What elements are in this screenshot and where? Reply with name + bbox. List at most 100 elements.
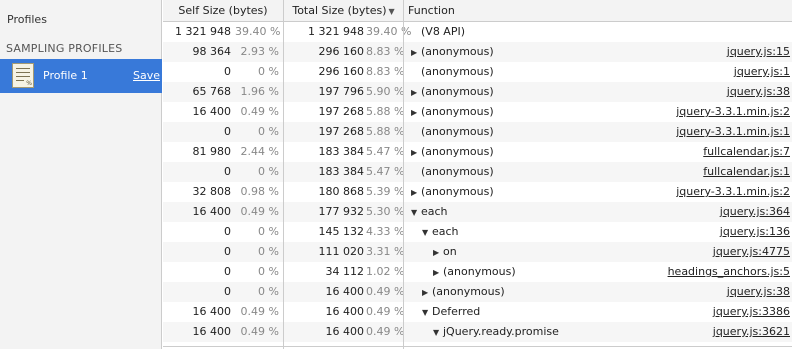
self-size-value: 98 364 — [192, 45, 232, 58]
table-row[interactable]: 16 400 0.49 % 177 932 5.30 % ▼ each jquery.js:… — [163, 202, 792, 222]
self-size-value: 0 — [224, 165, 231, 178]
table-row[interactable]: 16 400 0.49 % 16 400 0.49 % ▼ jQuery.ready.pr… — [163, 322, 792, 342]
function-cell: (anonymous) — [407, 162, 741, 182]
self-size-percent: 2.44 % — [240, 145, 279, 158]
self-size-percent: 0 % — [258, 225, 279, 238]
total-size-value: 296 160 — [318, 45, 365, 58]
expanded-arrow-icon[interactable]: ▼ — [422, 223, 432, 243]
self-size-column-header[interactable]: Self Size (bytes) — [163, 0, 283, 22]
table-row[interactable]: 16 400 0.49 % 16 400 0.49 % ▼ Deferred jquery.… — [163, 302, 792, 322]
self-size-percent: 0 % — [258, 245, 279, 258]
function-name: (anonymous) — [421, 85, 494, 98]
function-cell: ▼ each — [407, 222, 752, 242]
function-name: (anonymous) — [421, 45, 494, 58]
heap-profile-grid: Self Size (bytes) Total Size (bytes) ▼ Fu… — [163, 0, 792, 349]
function-name: on — [443, 245, 457, 258]
source-link[interactable]: jquery.js:3621 — [713, 322, 790, 342]
total-size-column-header[interactable]: Total Size (bytes) ▼ — [284, 0, 403, 22]
table-row[interactable]: 1 321 948 39.40 % 1 321 948 39.40 % (V8 API) — [163, 22, 792, 42]
source-link[interactable]: fullcalendar.js:7 — [703, 142, 790, 162]
expanded-arrow-icon[interactable]: ▼ — [422, 303, 432, 323]
collapsed-arrow-icon[interactable]: ▶ — [411, 183, 421, 203]
self-size-value: 16 400 — [192, 325, 232, 338]
grid-body: 1 321 948 39.40 % 1 321 948 39.40 % (V8 API)… — [163, 22, 792, 347]
save-link[interactable]: Save — [133, 69, 160, 82]
table-row[interactable]: 0 0 % 197 268 5.88 % (anonymous) jquery-3.3.1… — [163, 122, 792, 142]
total-size-value: 180 868 — [318, 185, 365, 198]
total-size-value: 111 020 — [318, 245, 365, 258]
total-size-percent: 5.47 % — [366, 165, 405, 178]
table-row[interactable]: 00 % 145 132 4.33 % ▼ each jquery.js:136 — [163, 222, 792, 242]
self-size-percent: 0 % — [258, 65, 279, 78]
function-name: (anonymous) — [421, 105, 494, 118]
table-row[interactable]: 98 364 2.93 % 296 160 8.83 % ▶ (anonymous) jqu… — [163, 42, 792, 62]
profile-item-1[interactable]: % Profile 1 Save — [0, 59, 162, 93]
function-name: (V8 API) — [421, 25, 466, 38]
total-size-value: 177 932 — [318, 205, 365, 218]
collapsed-arrow-icon[interactable]: ▶ — [411, 103, 421, 123]
collapsed-arrow-icon[interactable]: ▶ — [433, 243, 443, 263]
sampling-profiles-header: SAMPLING PROFILES — [6, 42, 123, 55]
source-link[interactable]: jquery.js:15 — [727, 42, 790, 62]
source-link[interactable]: jquery.js:3386 — [713, 302, 790, 322]
collapsed-arrow-icon[interactable]: ▶ — [433, 263, 443, 283]
source-link[interactable]: jquery-3.3.1.min.js:2 — [676, 182, 790, 202]
collapsed-arrow-icon[interactable]: ▶ — [411, 83, 421, 103]
function-name: (anonymous) — [421, 65, 494, 78]
total-size-value: 16 400 — [325, 305, 365, 318]
column-divider[interactable] — [283, 0, 284, 349]
expanded-arrow-icon[interactable]: ▼ — [433, 323, 443, 343]
total-size-percent: 8.83 % — [366, 65, 405, 78]
profile-label: Profile 1 — [43, 69, 88, 82]
table-row[interactable]: 0 0 % 183 384 5.47 % (anonymous) fullcalendar… — [163, 162, 792, 182]
function-cell: ▶ (anonymous) — [407, 42, 741, 62]
table-row[interactable]: 00 % 111 020 3.31 % ▶ on jquery.js:4775 — [163, 242, 792, 262]
function-name: Deferred — [432, 305, 481, 318]
self-size-percent: 0.49 % — [240, 325, 279, 338]
total-size-percent: 5.47 % — [366, 145, 405, 158]
sort-descending-icon: ▼ — [388, 7, 395, 16]
self-size-percent: 0 % — [258, 165, 279, 178]
total-size-percent: 39.40 % — [366, 25, 412, 38]
total-size-value: 197 796 — [318, 85, 365, 98]
source-link[interactable]: jquery.js:1 — [734, 62, 790, 82]
table-row[interactable]: 16 400 0.49 % 197 268 5.88 % ▶ (anonymous) jqu… — [163, 102, 792, 122]
source-link[interactable]: fullcalendar.js:1 — [703, 162, 790, 182]
table-row[interactable]: 00 % 16 400 0.49 % ▶ (anonymous) jquery.js:38 — [163, 282, 792, 302]
total-size-value: 16 400 — [325, 325, 365, 338]
function-name: (anonymous) — [443, 265, 516, 278]
self-size-percent: 0 % — [258, 125, 279, 138]
source-link[interactable]: jquery-3.3.1.min.js:2 — [676, 102, 790, 122]
table-row[interactable]: 0 0 % 296 160 8.83 % (anonymous) jquery.js:1 — [163, 62, 792, 82]
total-size-value: 197 268 — [318, 125, 365, 138]
grid-header: Self Size (bytes) Total Size (bytes) ▼ Fu… — [163, 0, 792, 22]
source-link[interactable]: jquery.js:38 — [727, 282, 790, 302]
profile-icon-percent: % — [26, 80, 32, 87]
table-row[interactable]: 65 768 1.96 % 197 796 5.90 % ▶ (anonymous) jqu… — [163, 82, 792, 102]
function-column-header[interactable]: Function — [408, 0, 455, 22]
collapsed-arrow-icon[interactable]: ▶ — [411, 143, 421, 163]
total-size-percent: 5.88 % — [366, 125, 405, 138]
table-row[interactable]: 0 0 % 34 112 1.02 % ▶ (anonymous) headings_anc… — [163, 262, 792, 282]
source-link[interactable]: jquery-3.3.1.min.js:1 — [676, 122, 790, 142]
function-cell: ▼ each — [407, 202, 741, 222]
total-size-value: 1 321 948 — [308, 25, 364, 38]
total-size-percent: 5.90 % — [366, 85, 405, 98]
collapsed-arrow-icon[interactable]: ▶ — [411, 43, 421, 63]
expanded-arrow-icon[interactable]: ▼ — [411, 203, 421, 223]
source-link[interactable]: jquery.js:38 — [727, 82, 790, 102]
collapsed-arrow-icon[interactable]: ▶ — [422, 283, 432, 303]
function-name: (anonymous) — [421, 125, 494, 138]
table-row[interactable]: 81 980 2.44 % 183 384 5.47 % ▶ (anonymous) ful… — [163, 142, 792, 162]
source-link[interactable]: jquery.js:364 — [720, 202, 790, 222]
source-link[interactable]: jquery.js:4775 — [713, 242, 790, 262]
self-size-value: 0 — [224, 125, 231, 138]
source-link[interactable]: headings_anchors.js:5 — [668, 262, 790, 282]
function-cell: ▶ (anonymous) — [407, 282, 752, 302]
column-divider[interactable] — [403, 0, 404, 349]
function-cell: ▶ (anonymous) — [407, 142, 741, 162]
table-row[interactable]: 32 808 0.98 % 180 868 5.39 % ▶ (anonymous) jqu… — [163, 182, 792, 202]
source-link[interactable]: jquery.js:136 — [720, 222, 790, 242]
total-size-percent: 4.33 % — [366, 225, 405, 238]
total-size-label: Total Size (bytes) — [292, 4, 387, 17]
